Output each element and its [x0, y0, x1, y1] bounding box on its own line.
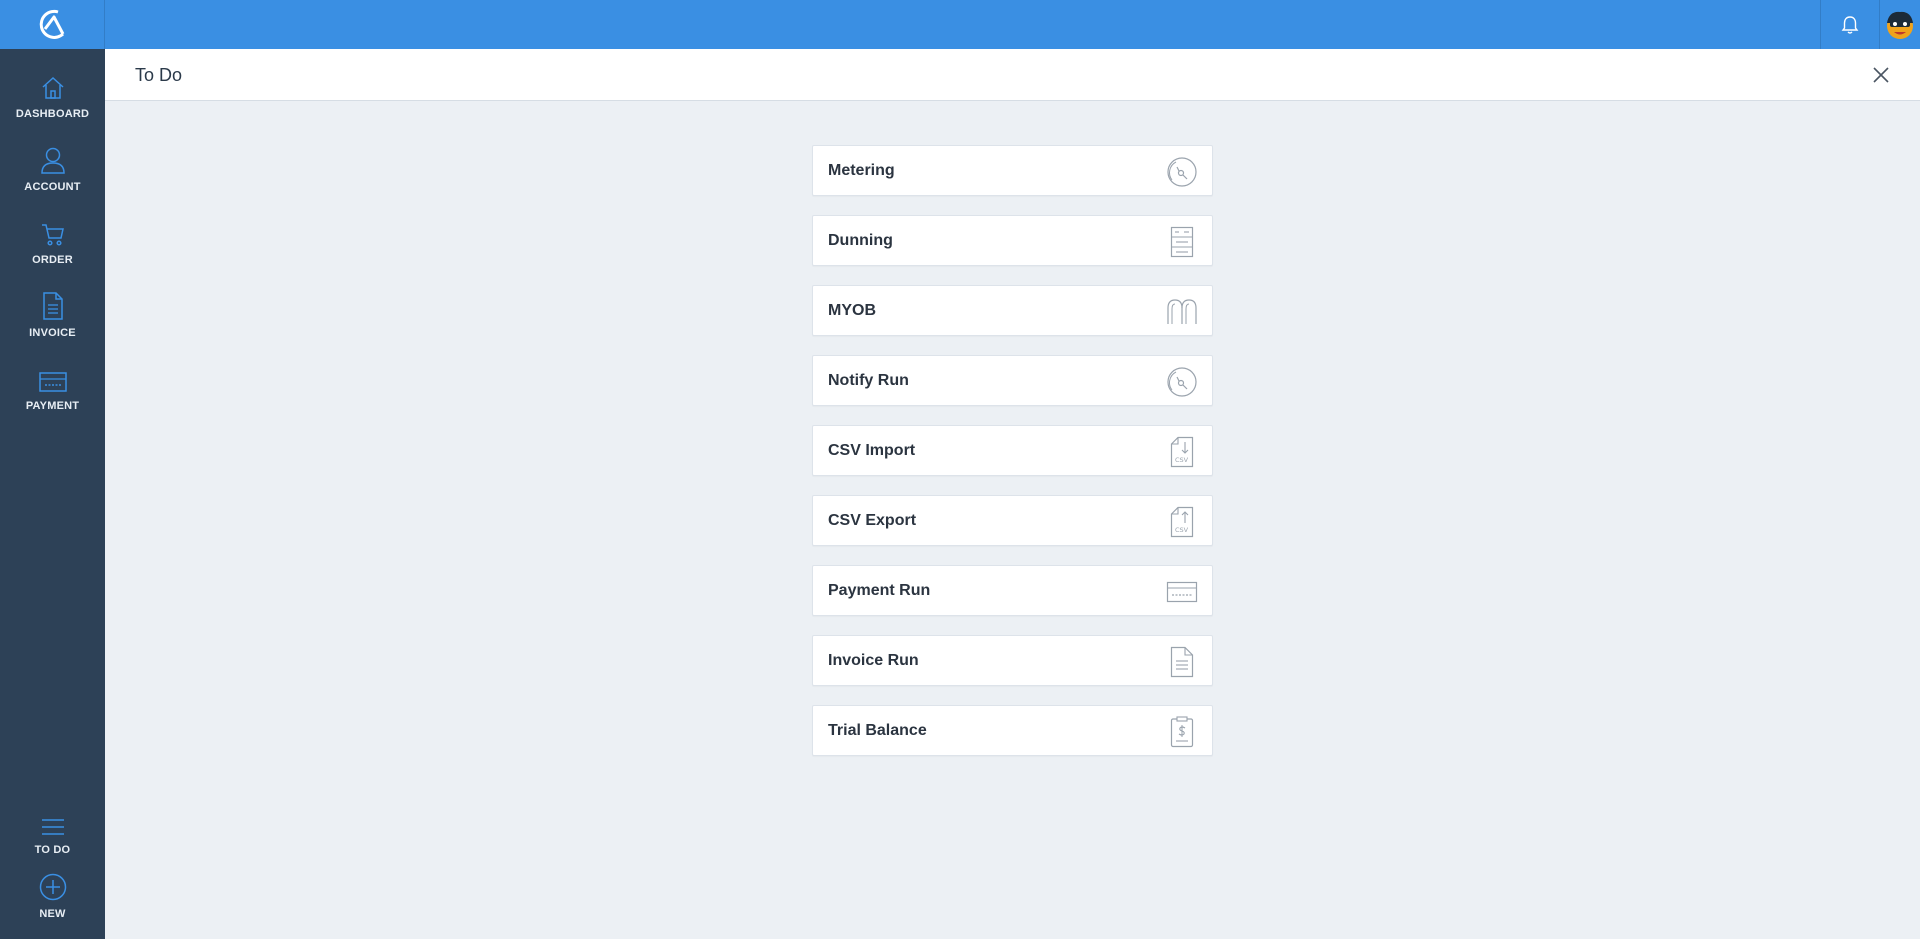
sidebar-item-label: DASHBOARD [15, 108, 90, 120]
todo-item-label: Payment Run [828, 582, 931, 599]
logo-icon [39, 9, 65, 39]
sidebar-item-payment[interactable]: PAYMENT [0, 359, 105, 421]
plus-circle-icon [39, 873, 66, 901]
todo-item-label: CSV Import [828, 442, 916, 459]
menu-lines-icon [41, 819, 64, 835]
document-icon [42, 292, 63, 320]
user-icon [40, 147, 65, 174]
sidebar-item-dashboard[interactable]: DASHBOARD [0, 67, 105, 129]
sidebar-item-new[interactable]: NEW [0, 867, 105, 929]
svg-text:CSV: CSV [1175, 526, 1189, 534]
todo-item-label: Dunning [828, 232, 893, 249]
todo-item-metering[interactable]: Metering [812, 145, 1213, 196]
close-icon [1873, 67, 1889, 83]
todo-item-label: MYOB [828, 302, 876, 319]
sidebar-item-order[interactable]: ORDER [0, 213, 105, 275]
sidebar-item-account[interactable]: ACCOUNT [0, 140, 105, 202]
sidebar-item-label: ACCOUNT [24, 181, 81, 193]
bell-icon [1841, 15, 1859, 34]
user-avatar-button[interactable] [1879, 0, 1920, 49]
filing-cabinet-icon [1166, 226, 1198, 258]
todo-item-label: Notify Run [828, 372, 909, 389]
document-icon [1166, 646, 1198, 678]
credit-card-icon [38, 372, 67, 392]
gauge-icon [1166, 366, 1198, 398]
main-content: To Do Metering Dunning MYOB Notify Run C… [105, 49, 1920, 939]
credit-card-icon [1166, 576, 1198, 608]
page-header: To Do [105, 49, 1920, 101]
sidebar-item-label: NEW [39, 908, 66, 920]
todo-list: Metering Dunning MYOB Notify Run CSV Imp… [812, 145, 1213, 775]
close-button[interactable] [1870, 64, 1892, 86]
todo-item-myob[interactable]: MYOB [812, 285, 1213, 336]
cart-icon [41, 224, 64, 246]
avatar [1887, 11, 1913, 39]
todo-item-csv-import[interactable]: CSV Import CSV [812, 425, 1213, 476]
todo-item-csv-export[interactable]: CSV Export CSV [812, 495, 1213, 546]
sidebar-item-label: INVOICE [29, 327, 76, 339]
myob-logo-icon [1166, 296, 1198, 328]
sidebar: DASHBOARD ACCOUNT ORDER INVOICE PAYMENT … [0, 49, 105, 939]
sidebar-item-label: PAYMENT [25, 400, 80, 412]
sidebar-item-label: ORDER [32, 254, 73, 266]
todo-item-trial-balance[interactable]: Trial Balance [812, 705, 1213, 756]
todo-item-notify-run[interactable]: Notify Run [812, 355, 1213, 406]
todo-item-label: Metering [828, 162, 895, 179]
dollar-document-icon [1166, 716, 1198, 748]
todo-item-invoice-run[interactable]: Invoice Run [812, 635, 1213, 686]
sidebar-item-label: TO DO [34, 844, 71, 856]
csv-import-icon: CSV [1166, 436, 1198, 468]
csv-export-icon: CSV [1166, 506, 1198, 538]
todo-item-payment-run[interactable]: Payment Run [812, 565, 1213, 616]
notifications-button[interactable] [1820, 0, 1879, 49]
page-title: To Do [135, 65, 183, 85]
todo-item-dunning[interactable]: Dunning [812, 215, 1213, 266]
gauge-icon [1166, 156, 1198, 188]
home-icon [41, 76, 64, 99]
top-bar [0, 0, 1920, 49]
todo-item-label: Invoice Run [828, 652, 919, 669]
todo-item-label: CSV Export [828, 512, 917, 529]
svg-text:CSV: CSV [1175, 456, 1189, 464]
sidebar-item-todo[interactable]: TO DO [0, 803, 105, 865]
company-logo[interactable] [0, 0, 105, 49]
sidebar-item-invoice[interactable]: INVOICE [0, 286, 105, 348]
todo-item-label: Trial Balance [828, 722, 927, 739]
